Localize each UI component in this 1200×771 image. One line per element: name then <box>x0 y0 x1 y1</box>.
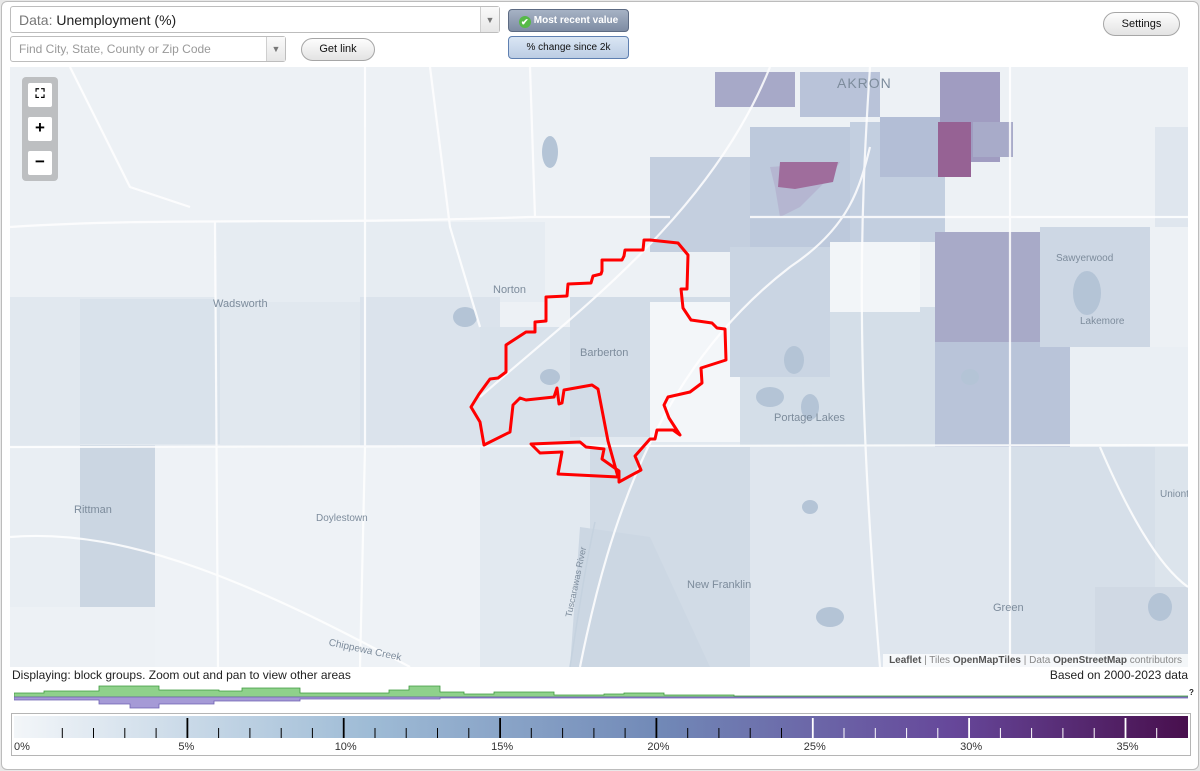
place-label-norton: Norton <box>493 284 527 296</box>
openstreetmap-link[interactable]: OpenStreetMap <box>1053 655 1127 666</box>
zoom-in-button[interactable]: + <box>28 117 52 141</box>
most-recent-value-button[interactable]: ✔ Most recent value <box>508 9 629 32</box>
map-canvas[interactable] <box>10 67 1188 667</box>
chevron-down-icon[interactable]: ▼ <box>266 37 285 61</box>
get-link-button[interactable]: Get link <box>301 38 375 61</box>
data-select[interactable]: Data: Unemployment (%) ▼ <box>10 6 500 33</box>
fit-extent-icon[interactable]: ⛶ <box>28 83 52 107</box>
place-label-new-franklin: New Franklin <box>687 579 752 591</box>
zoom-out-button[interactable]: − <box>28 151 52 175</box>
legend-label: 25% <box>804 741 826 753</box>
place-label-lakemore: Lakemore <box>1080 316 1125 327</box>
chevron-down-icon[interactable]: ▼ <box>480 7 499 32</box>
value-histogram <box>14 685 1188 709</box>
zoom-controls: ⛶ + − <box>22 77 58 181</box>
legend-label: 15% <box>491 741 513 753</box>
place-label-portage-lakes: Portage Lakes <box>774 412 845 424</box>
place-label-uniontown: Uniont <box>1160 489 1188 500</box>
search-placeholder: Find City, State, County or Zip Code <box>19 42 211 56</box>
most-recent-value-label: Most recent value <box>533 15 619 26</box>
legend-label: 20% <box>647 741 669 753</box>
settings-button[interactable]: Settings <box>1103 12 1180 36</box>
map-view[interactable]: ⛶ + − AKRON Norton Wadsworth Barberton S… <box>10 67 1188 667</box>
search-input[interactable]: Find City, State, County or Zip Code ▼ <box>10 36 286 62</box>
place-label-rittman: Rittman <box>74 504 112 516</box>
percent-change-button[interactable]: % change since 2k <box>508 36 629 59</box>
histogram-upper <box>14 685 1188 698</box>
map-attribution: Leaflet | Tiles OpenMapTiles | Data Open… <box>883 654 1188 667</box>
place-label-sawyerwood: Sawyerwood <box>1056 253 1114 264</box>
displaying-status: Displaying: block groups. Zoom out and p… <box>12 668 351 682</box>
legend-label: 35% <box>1117 741 1139 753</box>
place-label-doylestown: Doylestown <box>316 513 368 524</box>
legend-label: 10% <box>335 741 357 753</box>
place-label-barberton: Barberton <box>580 347 629 359</box>
check-icon: ✔ <box>518 16 531 28</box>
color-legend[interactable]: 0% 5% 10% 15% 20% 25% 30% 35% <box>14 716 1188 754</box>
place-label-green: Green <box>993 602 1024 614</box>
data-range-note: Based on 2000-2023 data <box>1049 668 1188 682</box>
legend-label: 30% <box>960 741 982 753</box>
histogram-lower <box>14 696 1188 709</box>
leaflet-link[interactable]: Leaflet <box>889 655 921 666</box>
openmaptiles-link[interactable]: OpenMapTiles <box>953 655 1021 666</box>
legend-label: 5% <box>178 741 194 753</box>
place-label-wadsworth: Wadsworth <box>213 298 268 310</box>
data-select-label: Data: Unemployment (%) <box>19 12 177 28</box>
unknown-value-marker: ? <box>1189 688 1194 697</box>
legend-gradient <box>14 716 1188 738</box>
place-label-akron: AKRON <box>837 75 892 91</box>
legend-label: 0% <box>14 741 30 753</box>
